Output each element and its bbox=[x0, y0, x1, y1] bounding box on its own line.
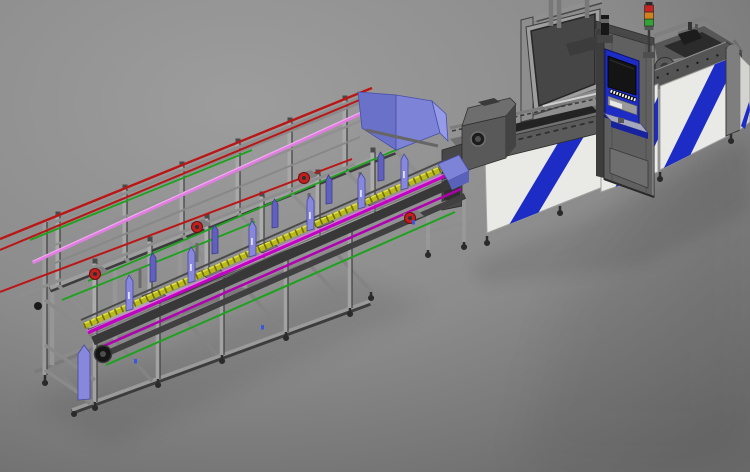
back-plate bbox=[272, 199, 278, 228]
signal-light-green bbox=[645, 19, 654, 26]
back-plate bbox=[326, 175, 332, 204]
signal-tower-mount bbox=[643, 52, 655, 58]
column-side-face bbox=[596, 28, 604, 178]
back-plate bbox=[378, 152, 384, 181]
plate-slot bbox=[360, 190, 362, 197]
end-guide-plate bbox=[78, 345, 90, 400]
drive-motor-hub bbox=[100, 351, 106, 357]
clamp-motor-hub bbox=[302, 176, 306, 180]
clamp-motor-hub bbox=[93, 272, 97, 276]
control-column bbox=[596, 21, 654, 197]
back-plate bbox=[212, 225, 218, 254]
rear-cylinder-2 bbox=[695, 24, 698, 30]
end-knob bbox=[34, 302, 42, 310]
valve-dot bbox=[261, 325, 264, 330]
tray-item bbox=[618, 118, 624, 123]
machine-render bbox=[0, 0, 750, 472]
sensor-band bbox=[601, 19, 609, 23]
plate-slot bbox=[251, 238, 253, 245]
signal-tower-cap bbox=[646, 2, 653, 5]
plate-slot bbox=[309, 212, 311, 219]
plate-slot bbox=[128, 292, 130, 299]
sensor-cylinder bbox=[601, 15, 609, 37]
signal-tower-base bbox=[645, 26, 654, 30]
clamp-motor-hub bbox=[408, 216, 412, 220]
sensor-base bbox=[597, 35, 613, 43]
valve-dot bbox=[134, 359, 137, 364]
signal-light-red bbox=[645, 5, 654, 12]
chuck-bore-center bbox=[475, 136, 481, 142]
signal-light-amber bbox=[645, 12, 654, 19]
plate-slot bbox=[403, 171, 405, 178]
clamp-motor-hub bbox=[195, 225, 199, 229]
cad-viewport bbox=[0, 0, 750, 472]
corner-post bbox=[726, 48, 740, 136]
back-plate bbox=[150, 253, 156, 282]
plate-slot bbox=[190, 264, 192, 271]
corner-post-round bbox=[727, 45, 740, 58]
rear-cylinder-1 bbox=[688, 22, 692, 30]
valve-dot bbox=[412, 220, 415, 225]
